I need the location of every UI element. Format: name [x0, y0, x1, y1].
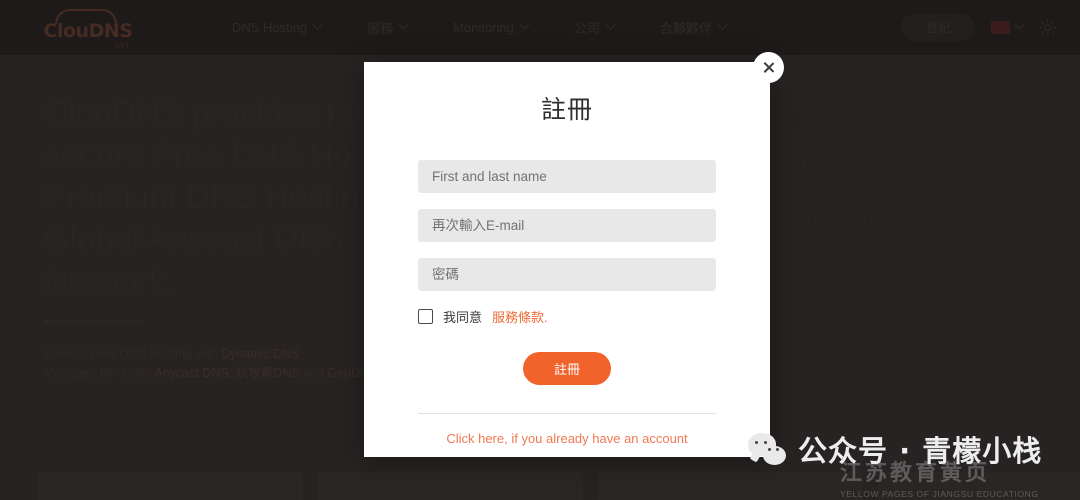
- signup-form: 我同意 服務條款. 註冊 Click here, if you already …: [418, 160, 716, 446]
- wechat-icon: [748, 433, 786, 465]
- full-name-input[interactable]: [418, 160, 716, 193]
- terms-row: 我同意 服務條款.: [418, 307, 716, 326]
- terms-checkbox[interactable]: [418, 309, 433, 324]
- page-root: ClouDNS provides fast and secure Free DN…: [0, 0, 1080, 500]
- modal-title: 註冊: [540, 96, 593, 124]
- watermark-text: 公众号 · 青檬小栈: [798, 434, 1043, 468]
- existing-account-link[interactable]: Click here, if you already have an accou…: [418, 431, 716, 446]
- password-input[interactable]: [418, 258, 716, 291]
- close-icon[interactable]: [753, 52, 784, 83]
- modal-divider: [418, 413, 716, 414]
- email-confirm-input[interactable]: [418, 209, 716, 242]
- watermark-secondary-en: YELLOW PAGES OF JIANGSU EDUCATIONG: [840, 489, 1039, 499]
- signup-submit-button[interactable]: 註冊: [523, 352, 611, 385]
- terms-label: 我同意: [443, 310, 483, 325]
- signup-modal: 註冊 我同意 服務條款. 註冊 Click here, if you alrea…: [364, 62, 770, 457]
- wechat-watermark: 公众号 · 青檬小栈: [748, 428, 1042, 470]
- terms-of-service-link[interactable]: 服務條款.: [492, 307, 548, 326]
